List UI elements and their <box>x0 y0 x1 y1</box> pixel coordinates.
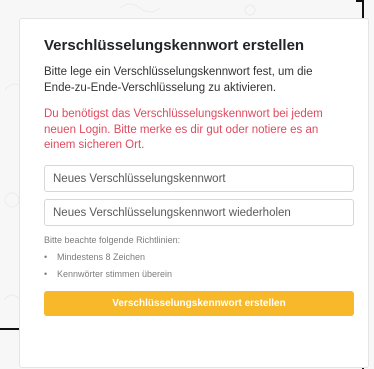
guideline-min-length: Mindestens 8 Zeichen <box>57 252 146 262</box>
dialog-title: Verschlüsselungskennwort erstellen <box>44 37 305 54</box>
dialog-description: Bitte lege ein Verschlüsselungskennwort … <box>44 66 313 94</box>
bullet-icon: • <box>44 252 48 262</box>
create-password-button[interactable]: Verschlüsselungskennwort erstellen <box>44 291 354 316</box>
guideline-item: • Kennwörter stimmen überein <box>44 269 172 279</box>
new-password-input[interactable] <box>44 165 354 192</box>
repeat-password-input[interactable] <box>44 199 354 226</box>
guidelines-title: Bitte beachte folgende Richtlinien: <box>44 235 181 245</box>
guideline-item: • Mindestens 8 Zeichen <box>44 252 145 262</box>
frame-edge-top <box>356 0 364 2</box>
encryption-password-dialog: Verschlüsselungskennwort erstellen Bitte… <box>19 18 369 368</box>
frame-edge-bottom <box>0 328 19 330</box>
guideline-passwords-match: Kennwörter stimmen überein <box>57 269 173 279</box>
bullet-icon: • <box>44 269 48 279</box>
dialog-warning: Du benötigst das Verschlüsselungskennwor… <box>44 108 323 151</box>
